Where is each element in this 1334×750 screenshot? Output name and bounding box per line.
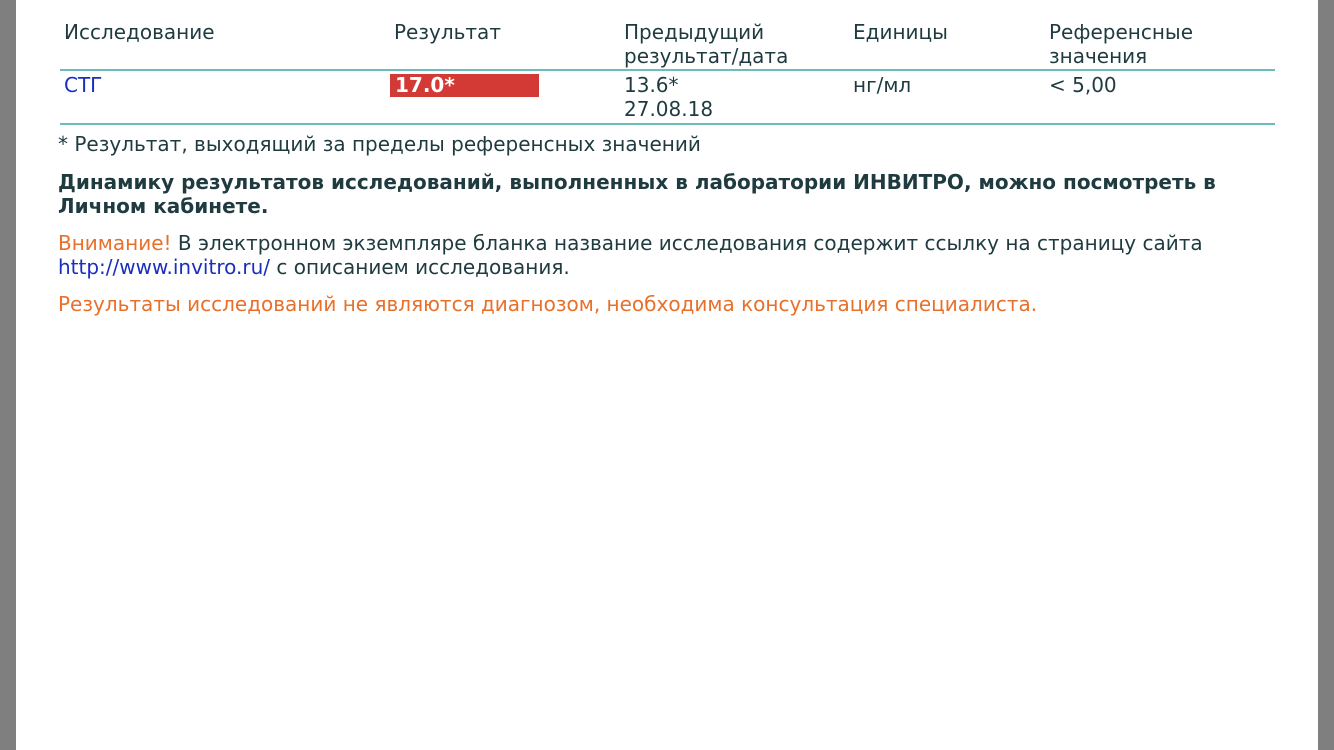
previous-result-date: 27.08.18 xyxy=(624,97,714,121)
header-result: Результат xyxy=(394,20,501,44)
attention-text: В электронном экземпляре бланка название… xyxy=(171,231,1203,255)
header-reference-line2: значения xyxy=(1049,44,1148,68)
attention-note: Внимание! В электронном экземпляре бланк… xyxy=(58,231,1258,279)
results-table: Исследование Результат Предыдущий резуль… xyxy=(60,18,1275,125)
units-value: нг/мл xyxy=(853,73,912,97)
attention-text-after: с описанием исследования. xyxy=(270,255,570,279)
header-units: Единицы xyxy=(853,20,948,44)
report-sheet: Исследование Результат Предыдущий резуль… xyxy=(16,0,1318,750)
header-previous-line1: Предыдущий xyxy=(624,20,765,44)
reference-value: < 5,00 xyxy=(1049,73,1117,97)
abnormal-footnote: * Результат, выходящий за пределы рефере… xyxy=(58,132,701,156)
previous-result: 13.6* 27.08.18 xyxy=(624,73,713,121)
dynamics-note: Динамику результатов исследований, выпол… xyxy=(58,170,1216,218)
previous-result-value: 13.6* xyxy=(624,73,679,97)
attention-label: Внимание! xyxy=(58,231,172,255)
table-header-row: Исследование Результат Предыдущий резуль… xyxy=(60,18,1275,71)
invitro-site-link[interactable]: http://www.invitro.ru/ xyxy=(58,255,270,279)
result-value-abnormal: 17.0* xyxy=(390,74,539,97)
table-row: СТГ 17.0* 13.6* 27.08.18 нг/мл < 5,00 xyxy=(60,71,1275,125)
header-previous-line2: результат/дата xyxy=(624,44,789,68)
test-name-link[interactable]: СТГ xyxy=(64,73,102,97)
disclaimer-note: Результаты исследований не являются диаг… xyxy=(58,292,1038,316)
header-test: Исследование xyxy=(64,20,215,44)
header-reference: Референсные значения xyxy=(1049,20,1193,68)
header-previous: Предыдущий результат/дата xyxy=(624,20,788,68)
header-reference-line1: Референсные xyxy=(1049,20,1194,44)
